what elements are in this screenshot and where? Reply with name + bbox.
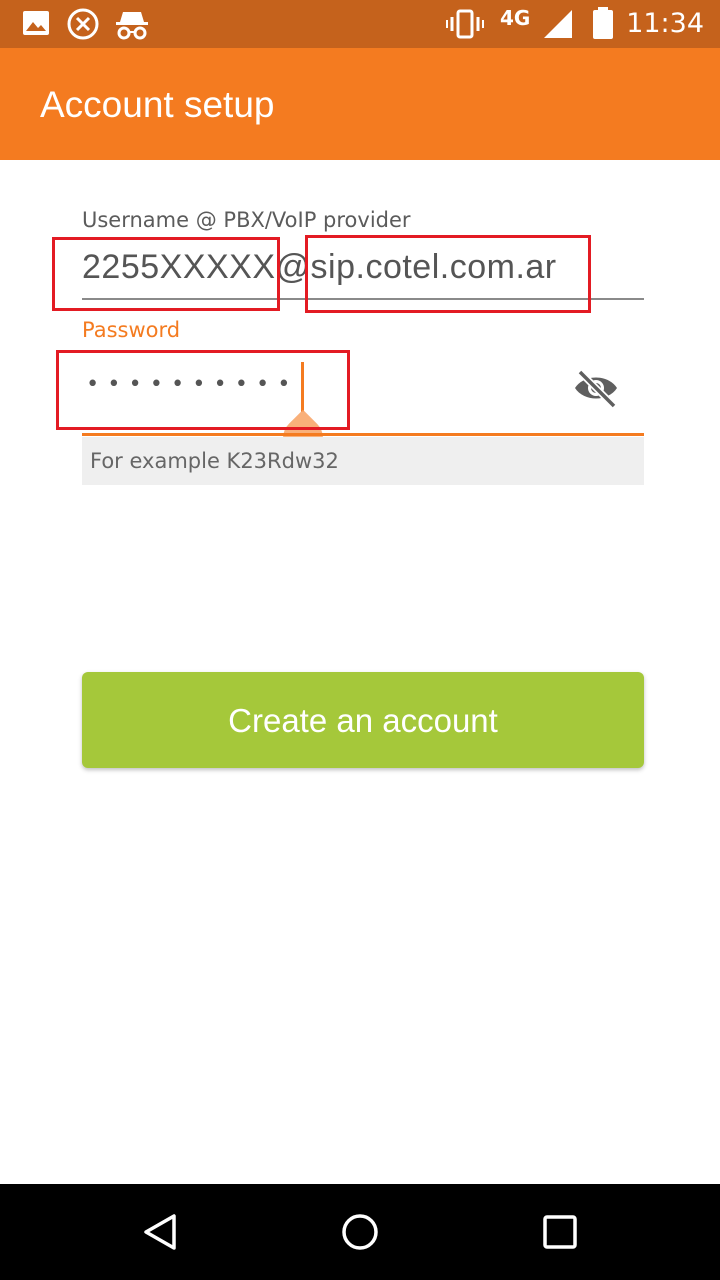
app-bar: Account setup bbox=[0, 48, 720, 160]
navigation-bar bbox=[0, 1184, 720, 1280]
recents-icon[interactable] bbox=[542, 1214, 578, 1250]
signal-icon bbox=[544, 10, 572, 38]
close-circle-icon bbox=[67, 8, 99, 40]
back-icon[interactable] bbox=[140, 1212, 180, 1252]
network-type: 4G bbox=[500, 6, 531, 30]
image-icon bbox=[23, 11, 49, 35]
clock: 11:34 bbox=[626, 8, 704, 39]
create-account-button[interactable]: Create an account bbox=[82, 672, 644, 768]
status-bar: 4G 11:34 bbox=[0, 0, 720, 48]
page-title: Account setup bbox=[40, 84, 275, 125]
password-label: Password bbox=[82, 318, 181, 342]
annotation-box-domain bbox=[305, 235, 591, 313]
eye-off-icon[interactable] bbox=[572, 366, 620, 410]
password-underline bbox=[82, 433, 644, 436]
vibrate-icon bbox=[446, 9, 484, 39]
password-hint: For example K23Rdw32 bbox=[82, 437, 644, 485]
battery-icon bbox=[593, 7, 613, 39]
password-hint-text: For example K23Rdw32 bbox=[90, 449, 339, 473]
incognito-icon bbox=[116, 12, 148, 40]
username-label: Username @ PBX/VoIP provider bbox=[82, 208, 411, 232]
create-account-label: Create an account bbox=[228, 702, 498, 739]
annotation-box-username bbox=[52, 237, 280, 311]
home-icon[interactable] bbox=[340, 1212, 380, 1252]
annotation-box-password bbox=[56, 350, 350, 430]
